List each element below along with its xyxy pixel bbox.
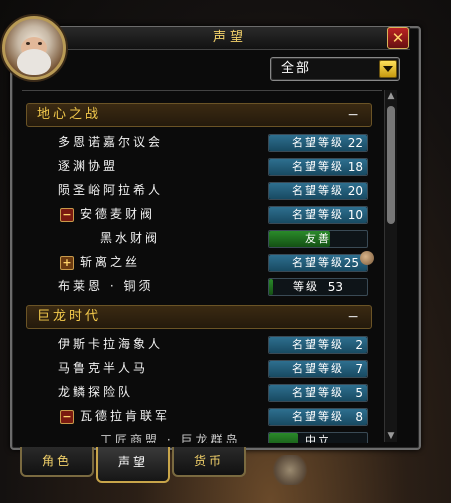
faction-name: 瓦德拉肯联军 bbox=[80, 409, 171, 423]
tab-reputation[interactable]: 声望 bbox=[96, 447, 170, 483]
bar-number: 10 bbox=[347, 208, 363, 222]
character-portrait bbox=[2, 16, 66, 80]
collapse-icon[interactable]: − bbox=[60, 208, 74, 222]
scroll-up-icon[interactable]: ▲ bbox=[385, 90, 397, 102]
reputation-row[interactable]: 龙鳞探险队 名望等级 5 bbox=[22, 381, 372, 403]
faction-name: 布莱恩 · 铜须 bbox=[58, 279, 154, 293]
reputation-row[interactable]: 马鲁克半人马 名望等级 7 bbox=[22, 357, 372, 379]
bar-label: 名望等级 bbox=[292, 386, 344, 399]
portrait-eye bbox=[38, 42, 42, 45]
paragon-bag-icon[interactable] bbox=[360, 251, 374, 265]
reputation-row[interactable]: 伊斯卡拉海象人 名望等级 2 bbox=[22, 333, 372, 355]
tab-currency[interactable]: 货币 bbox=[172, 447, 246, 477]
window-title: 声望 bbox=[212, 30, 247, 45]
scroll-down-icon[interactable]: ▼ bbox=[385, 430, 397, 442]
faction-name: 马鲁克半人马 bbox=[58, 361, 149, 375]
bottom-tabs: 角色 声望 货币 bbox=[20, 447, 250, 483]
reputation-row[interactable]: 逐渊协盟 名望等级 18 bbox=[22, 155, 372, 177]
reputation-bar: 等级 53 bbox=[268, 278, 368, 296]
collapse-icon[interactable]: − bbox=[347, 306, 359, 328]
bar-label: 名望等级 bbox=[292, 362, 344, 375]
bar-number: 7 bbox=[355, 362, 363, 376]
portrait-eye bbox=[26, 42, 30, 45]
bar-label: 友善 bbox=[305, 232, 331, 245]
bar-label: 名望等级 bbox=[292, 410, 344, 423]
bar-number: 20 bbox=[347, 184, 363, 198]
faction-name: 龙鳞探险队 bbox=[58, 385, 134, 399]
tab-character[interactable]: 角色 bbox=[20, 447, 94, 477]
section-header-dragonflight[interactable]: 巨龙时代 − bbox=[26, 305, 372, 329]
reputation-row[interactable]: 陨圣峪阿拉希人 名望等级 20 bbox=[22, 179, 372, 201]
scrollbar[interactable]: ▲ ▼ bbox=[384, 90, 397, 442]
reputation-bar: 名望等级 2 bbox=[268, 336, 368, 354]
bar-number: 18 bbox=[347, 160, 363, 174]
reputation-bar: 名望等级 22 bbox=[268, 134, 368, 152]
reputation-row[interactable]: 布莱恩 · 铜须 等级 53 bbox=[22, 275, 372, 297]
section-label: 巨龙时代 bbox=[37, 309, 102, 324]
filter-value: 全部 bbox=[281, 61, 312, 76]
bar-number: 22 bbox=[347, 136, 363, 150]
background-decoration bbox=[270, 455, 310, 485]
reputation-bar: 中立 bbox=[268, 432, 368, 443]
reputation-bar: 友善 bbox=[268, 230, 368, 248]
close-button[interactable]: ✕ bbox=[387, 27, 409, 49]
reputation-bar: 名望等级 20 bbox=[268, 182, 368, 200]
reputation-row[interactable]: + 斩离之丝 名望等级 25 bbox=[22, 251, 374, 273]
bar-number: 2 bbox=[355, 338, 363, 352]
scroll-thumb[interactable] bbox=[387, 106, 395, 224]
bar-label: 等级 bbox=[293, 280, 319, 293]
expand-icon[interactable]: + bbox=[60, 256, 74, 270]
bar-label: 名望等级 bbox=[292, 338, 344, 351]
reputation-bar: 名望等级 8 bbox=[268, 408, 368, 426]
faction-name: 逐渊协盟 bbox=[58, 159, 119, 173]
section-header-khaz-algar[interactable]: 地心之战 − bbox=[26, 103, 372, 127]
collapse-icon[interactable]: − bbox=[60, 410, 74, 424]
reputation-bar: 名望等级 10 bbox=[268, 206, 368, 224]
reputation-row[interactable]: 工匠商盟 · 巨龙群岛 中立 bbox=[22, 429, 372, 443]
faction-name: 伊斯卡拉海象人 bbox=[58, 337, 164, 351]
filter-dropdown[interactable]: 全部 bbox=[270, 57, 400, 81]
faction-name: 安德麦财阀 bbox=[80, 207, 156, 221]
reputation-bar: 名望等级 5 bbox=[268, 384, 368, 402]
reputation-row[interactable]: − 安德麦财阀 名望等级 10 bbox=[22, 203, 372, 225]
chevron-down-icon[interactable] bbox=[379, 60, 397, 78]
reputation-bar: 名望等级 25 bbox=[268, 254, 368, 272]
reputation-list: 地心之战 − 多恩诺嘉尔议会 名望等级 22 逐渊协盟 名望等级 18 陨圣峪阿… bbox=[22, 90, 382, 443]
collapse-icon[interactable]: − bbox=[347, 104, 359, 126]
faction-name: 斩离之丝 bbox=[80, 255, 141, 269]
reputation-row[interactable]: 多恩诺嘉尔议会 名望等级 22 bbox=[22, 131, 372, 153]
faction-name: 陨圣峪阿拉希人 bbox=[58, 183, 164, 197]
faction-name: 黑水财阀 bbox=[100, 231, 161, 245]
bar-number: 5 bbox=[355, 386, 363, 400]
reputation-bar: 名望等级 7 bbox=[268, 360, 368, 378]
reputation-row[interactable]: − 瓦德拉肯联军 名望等级 8 bbox=[22, 405, 372, 427]
title-bar[interactable]: 声望 bbox=[50, 27, 410, 50]
section-label: 地心之战 bbox=[37, 107, 102, 122]
bar-number: 25 bbox=[343, 256, 359, 270]
bar-label: 中立 bbox=[305, 434, 331, 443]
bar-number: 8 bbox=[355, 410, 363, 424]
bar-number: 53 bbox=[327, 280, 343, 294]
faction-name: 工匠商盟 · 巨龙群岛 bbox=[100, 433, 241, 443]
portrait-beard bbox=[17, 49, 51, 75]
reputation-row[interactable]: 黑水财阀 友善 bbox=[22, 227, 372, 249]
reputation-bar: 名望等级 18 bbox=[268, 158, 368, 176]
faction-name: 多恩诺嘉尔议会 bbox=[58, 135, 164, 149]
